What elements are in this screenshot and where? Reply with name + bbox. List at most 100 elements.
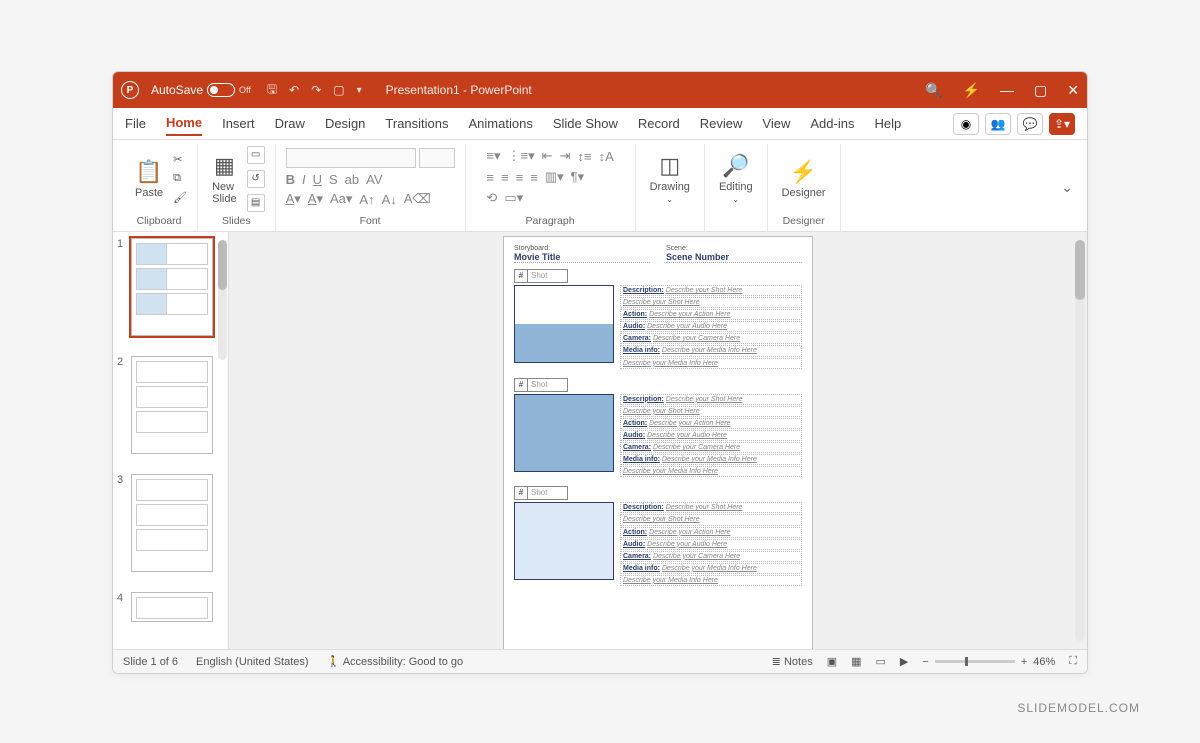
clear-format-icon[interactable]: A⌫ (404, 191, 431, 207)
shrink-font-icon[interactable]: A↓ (382, 192, 397, 207)
action-ph[interactable]: Describe your Action Here (649, 311, 730, 318)
media-ph2[interactable]: Describe your Media Info Here (623, 468, 718, 475)
tab-addins[interactable]: Add-ins (810, 112, 854, 135)
tab-slideshow[interactable]: Slide Show (553, 112, 618, 135)
align-center-icon[interactable]: ≡ (501, 170, 509, 185)
shadow-icon[interactable]: ab (345, 172, 359, 187)
desc-ph2[interactable]: Describe your Shot Here (623, 299, 700, 306)
media-ph[interactable]: Describe your Media Info Here (662, 347, 757, 354)
shot-image-1[interactable] (514, 285, 614, 363)
redo-icon[interactable]: ↷ (311, 83, 321, 97)
font-size-box[interactable] (419, 148, 455, 168)
minimize-icon[interactable]: — (1000, 82, 1014, 98)
format-painter-icon[interactable]: 🖌 (173, 191, 187, 204)
share-button[interactable]: ⇪▾ (1049, 113, 1075, 135)
slide-1[interactable]: Storyboard:Movie Title Scene:Scene Numbe… (503, 236, 813, 649)
scene-value[interactable]: Scene Number (666, 252, 802, 263)
cut-icon[interactable]: ✂ (173, 153, 187, 166)
indent-left-icon[interactable]: ⇤ (542, 148, 553, 164)
tab-animations[interactable]: Animations (469, 112, 533, 135)
media-ph[interactable]: Describe your Media Info Here (662, 565, 757, 572)
justify-icon[interactable]: ≡ (530, 170, 538, 185)
camera-ph[interactable]: Describe your Camera Here (653, 553, 740, 560)
zoom-in-icon[interactable]: + (1021, 656, 1027, 668)
shot-image-3[interactable] (514, 502, 614, 580)
tab-review[interactable]: Review (700, 112, 743, 135)
present-icon[interactable]: ▢ (333, 83, 344, 97)
close-icon[interactable]: ✕ (1067, 82, 1079, 99)
language[interactable]: English (United States) (196, 656, 309, 668)
canvas-scrollbar[interactable] (1075, 240, 1085, 641)
convert-icon[interactable]: ⟲ (486, 190, 497, 206)
desc-ph[interactable]: Describe your Shot Here (666, 504, 743, 511)
thumb-2[interactable]: 2 (117, 356, 224, 454)
bold-icon[interactable]: B (286, 172, 295, 187)
tab-draw[interactable]: Draw (275, 112, 305, 135)
spacing-icon[interactable]: AV (366, 172, 382, 187)
grow-font-icon[interactable]: A↑ (359, 192, 374, 207)
bullets-icon[interactable]: ≡▾ (486, 148, 500, 164)
desc-ph[interactable]: Describe your Shot Here (666, 396, 743, 403)
media-ph2[interactable]: Describe your Media Info Here (623, 360, 718, 367)
media-ph[interactable]: Describe your Media Info Here (662, 456, 757, 463)
copy-icon[interactable]: ⧉ (173, 172, 187, 185)
columns-icon[interactable]: ▥▾ (545, 169, 564, 185)
slide-count[interactable]: Slide 1 of 6 (123, 656, 178, 668)
thumb-3[interactable]: 3 (117, 474, 224, 572)
save-icon[interactable]: 🖫 (267, 80, 277, 101)
action-ph[interactable]: Describe your Action Here (649, 529, 730, 536)
teams-button[interactable]: 👥 (985, 113, 1011, 135)
audio-ph[interactable]: Describe your Audio Here (647, 323, 727, 330)
slideshow-view-icon[interactable]: ▶ (900, 655, 908, 668)
rtl-icon[interactable]: ¶▾ (571, 169, 585, 185)
indent-right-icon[interactable]: ⇥ (560, 148, 571, 164)
reset-button[interactable]: ↺ (247, 170, 265, 188)
new-slide-button[interactable]: ▦New Slide (208, 151, 240, 207)
qat-more-icon[interactable]: ▾ (357, 85, 362, 96)
tab-home[interactable]: Home (166, 111, 202, 136)
accessibility[interactable]: 🚶 Accessibility: Good to go (327, 655, 464, 668)
reading-view-icon[interactable]: ▭ (876, 655, 886, 668)
shot-num[interactable]: # (514, 486, 528, 500)
tab-record[interactable]: Record (638, 112, 680, 135)
search-icon[interactable]: 🔍 (925, 82, 942, 99)
shot-num[interactable]: # (514, 378, 528, 392)
shot-num[interactable]: # (514, 269, 528, 283)
layout-button[interactable]: ▭ (247, 146, 265, 164)
numbering-icon[interactable]: ⋮≡▾ (508, 148, 535, 164)
plug-icon[interactable]: ⚡ (963, 82, 980, 99)
tab-view[interactable]: View (762, 112, 790, 135)
fit-icon[interactable]: ⛶ (1069, 655, 1077, 668)
italic-icon[interactable]: I (302, 172, 306, 187)
direction-icon[interactable]: ↕A (599, 149, 614, 164)
desc-ph2[interactable]: Describe your Shot Here (623, 516, 700, 523)
autosave-toggle[interactable]: AutoSave Off (151, 83, 251, 97)
ribbon-collapse-icon[interactable]: ⌄ (1061, 179, 1079, 196)
media-ph2[interactable]: Describe your Media Info Here (623, 577, 718, 584)
camera-button[interactable]: ◉ (953, 113, 979, 135)
zoom-out-icon[interactable]: − (922, 656, 928, 668)
zoom-slider[interactable] (935, 660, 1015, 663)
align-left-icon[interactable]: ≡ (486, 170, 494, 185)
strike-icon[interactable]: S (329, 172, 338, 187)
zoom-control[interactable]: − + 46% (922, 656, 1055, 668)
tab-transitions[interactable]: Transitions (385, 112, 448, 135)
camera-ph[interactable]: Describe your Camera Here (653, 335, 740, 342)
tab-file[interactable]: File (125, 112, 146, 135)
audio-ph[interactable]: Describe your Audio Here (647, 432, 727, 439)
case-icon[interactable]: Aa▾ (330, 191, 352, 207)
font-color-icon[interactable]: A▾ (286, 191, 301, 207)
align-right-icon[interactable]: ≡ (516, 170, 524, 185)
paste-button[interactable]: 📋Paste (131, 157, 167, 201)
highlight-icon[interactable]: A▾ (308, 191, 323, 207)
undo-icon[interactable]: ↶ (289, 83, 299, 97)
desc-ph2[interactable]: Describe your Shot Here (623, 408, 700, 415)
comments-button[interactable]: 💬 (1017, 113, 1043, 135)
thumb-scrollbar[interactable] (218, 240, 227, 360)
tab-design[interactable]: Design (325, 112, 365, 135)
action-ph[interactable]: Describe your Action Here (649, 420, 730, 427)
designer-button[interactable]: ⚡Designer (778, 157, 830, 201)
normal-view-icon[interactable]: ▣ (827, 655, 837, 668)
maximize-icon[interactable]: ▢ (1034, 82, 1047, 99)
audio-ph[interactable]: Describe your Audio Here (647, 541, 727, 548)
